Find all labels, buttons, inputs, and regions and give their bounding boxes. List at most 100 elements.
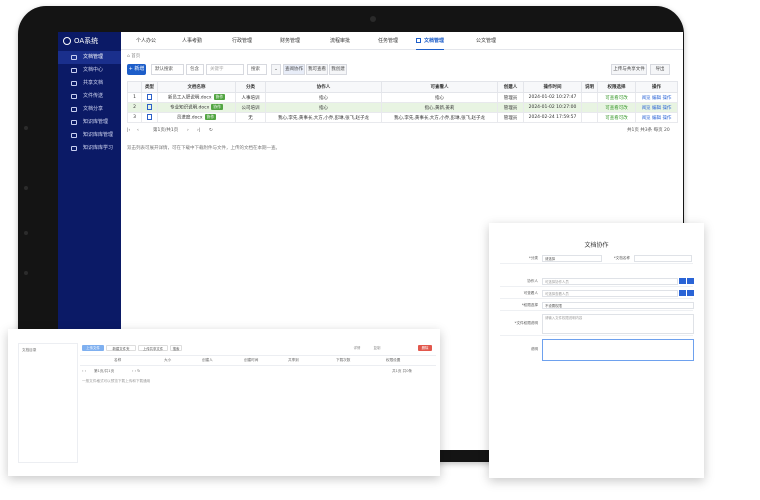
sidebar-item-doc-share[interactable]: 文档分享 bbox=[58, 103, 121, 116]
col-header-creator[interactable]: 创建人 bbox=[497, 81, 524, 93]
table-row[interactable]: 3 员进度.docx 协作 无 我心,李先,黄事长,大方,小乔,彭琳,张飞,赵子龙… bbox=[127, 112, 678, 123]
creator-cell: 管理员 bbox=[497, 92, 524, 103]
file-pager-next-icon[interactable]: › › ↻ bbox=[132, 369, 140, 373]
nav-tab-official[interactable]: 公文管理 bbox=[476, 32, 496, 50]
view-edit-link[interactable]: 阅览 编辑 bbox=[642, 96, 661, 101]
col-header-time[interactable]: 操作时间 bbox=[523, 81, 582, 93]
sidebar-item-doc-management[interactable]: 文档管理 bbox=[58, 51, 121, 64]
doc-name[interactable]: 专业知识说明.docx bbox=[170, 106, 209, 111]
col-header-desc[interactable]: 说明 bbox=[581, 81, 598, 93]
doc-name-input[interactable] bbox=[634, 255, 692, 262]
upload-share-button[interactable]: 上传与共享文件 bbox=[611, 64, 647, 75]
collab-input[interactable]: 可选择协作人员 bbox=[542, 278, 678, 285]
match-select[interactable]: 包含 bbox=[186, 64, 204, 75]
col-header-downloads[interactable]: 下载次数 bbox=[336, 358, 350, 363]
more-op-link[interactable]: 操作 bbox=[662, 116, 671, 121]
doc-name[interactable]: 员进度.docx bbox=[177, 116, 203, 121]
prev-page-icon[interactable]: ‹ bbox=[137, 126, 139, 135]
file-pager-prev-icon[interactable]: ‹ ‹ bbox=[82, 369, 86, 373]
knowledge-icon bbox=[71, 120, 77, 125]
nav-tab-personal[interactable]: 个人办公 bbox=[136, 32, 156, 50]
sidebar-item-transfer[interactable]: 文件传送 bbox=[58, 90, 121, 103]
desc-cell bbox=[581, 102, 598, 113]
table-row[interactable]: 1 新员工入职说明.docx 协作 人事培训 指心 指心 管理员 2024-01-… bbox=[127, 92, 678, 103]
search-mode-select[interactable]: 默认搜索 bbox=[151, 64, 184, 75]
col-header-op[interactable]: 操作 bbox=[635, 81, 678, 93]
side-button bbox=[24, 231, 28, 235]
col-header-collab[interactable]: 协作人 bbox=[265, 81, 382, 93]
sidebar-item-shared[interactable]: 共享文档 bbox=[58, 77, 121, 90]
search-button-small[interactable]: 搜索 bbox=[170, 345, 182, 351]
tab-collab[interactable]: 查阅协作 bbox=[283, 64, 305, 75]
doc-name-cell[interactable]: 专业知识说明.docx 协作 bbox=[157, 102, 236, 113]
new-button[interactable]: + 新增 bbox=[127, 64, 146, 75]
collab-badge: 协作 bbox=[213, 94, 226, 101]
dropdown-toggle[interactable]: ⌄ bbox=[271, 64, 281, 75]
refresh-icon[interactable]: ↻ bbox=[209, 126, 213, 135]
nav-tab-admin[interactable]: 行政管理 bbox=[232, 32, 252, 50]
col-header-type[interactable]: 类型 bbox=[141, 81, 158, 93]
nav-tab-finance[interactable]: 财务管理 bbox=[280, 32, 300, 50]
upload-file-button[interactable]: 上传文件 bbox=[82, 345, 104, 351]
sidebar-item-doc-center[interactable]: 文档中心 bbox=[58, 64, 121, 77]
nav-tab-workflow[interactable]: 流程审批 bbox=[330, 32, 350, 50]
add-viewer-icon[interactable] bbox=[679, 290, 686, 296]
perm-cell: 可查看可改 bbox=[597, 112, 636, 123]
sidebar-label: 文档管理 bbox=[83, 54, 104, 60]
col-header-name[interactable]: 文档名称 bbox=[157, 81, 236, 93]
product-mockup: OA系统 个人办公 人事考勤 行政管理 财务管理 流程审批 任务管理 文档管理 … bbox=[0, 0, 760, 500]
table-header: 类型 文档名称 分类 协作人 可查看人 创建人 操作时间 说明 权限选择 操作 bbox=[127, 81, 678, 93]
table-row[interactable]: 2 专业知识说明.docx 协作 公司培训 指心 指心,黄新,姜莉 管理员 202… bbox=[127, 102, 678, 113]
clear-viewer-icon[interactable] bbox=[687, 290, 694, 296]
col-header-select[interactable] bbox=[127, 81, 142, 93]
col-header-viewer[interactable]: 可查看人 bbox=[381, 81, 498, 93]
export-button[interactable]: 导出 bbox=[650, 64, 670, 75]
col-header-shared[interactable]: 共享到 bbox=[288, 358, 299, 363]
field-label: *文档名称 bbox=[613, 256, 630, 260]
sidebar-label: 文件传送 bbox=[83, 93, 104, 99]
tab-viewable[interactable]: 我可查看 bbox=[306, 64, 328, 75]
app-logo[interactable]: OA系统 bbox=[58, 32, 121, 50]
perm-select[interactable]: 不设置权限 bbox=[542, 302, 694, 309]
nav-tab-hr[interactable]: 人事考勤 bbox=[182, 32, 202, 50]
first-page-icon[interactable]: |‹ bbox=[127, 126, 130, 135]
tab-created[interactable]: 我创建 bbox=[329, 64, 347, 75]
col-header-file-name[interactable]: 名称 bbox=[114, 358, 121, 363]
view-edit-link[interactable]: 阅览 编辑 bbox=[642, 116, 661, 121]
clear-collab-icon[interactable] bbox=[687, 278, 694, 284]
delete-button[interactable]: 删除 bbox=[418, 345, 432, 351]
col-header-perm[interactable]: 权限设置 bbox=[386, 358, 400, 363]
nav-tab-documents[interactable]: 文档管理 bbox=[416, 32, 445, 50]
upload-share-button-small[interactable]: 上传共享文件 bbox=[138, 345, 168, 351]
copy-button[interactable]: 复制 bbox=[370, 345, 384, 351]
breadcrumb[interactable]: ⌂ 首页 bbox=[127, 53, 140, 59]
nav-tab-task[interactable]: 任务管理 bbox=[378, 32, 398, 50]
doc-name-cell[interactable]: 员进度.docx 协作 bbox=[157, 112, 236, 123]
doc-name-cell[interactable]: 新员工入职说明.docx 协作 bbox=[157, 92, 236, 103]
sidebar-item-kb-manage[interactable]: 知识库管理 bbox=[58, 116, 121, 129]
doc-name[interactable]: 新员工入职说明.docx bbox=[168, 96, 212, 101]
keyword-input[interactable]: 关键字 bbox=[206, 64, 244, 75]
viewer-input[interactable]: 可选择查看人员 bbox=[542, 290, 678, 297]
col-header-size[interactable]: 大小 bbox=[164, 358, 171, 363]
sidebar-item-kb-library[interactable]: 知识库库管理 bbox=[58, 129, 121, 142]
col-header-category[interactable]: 分类 bbox=[235, 81, 266, 93]
last-page-icon[interactable]: ›| bbox=[197, 126, 200, 135]
search-button[interactable]: 搜索 bbox=[247, 64, 267, 75]
next-page-icon[interactable]: › bbox=[187, 126, 189, 135]
add-collab-icon[interactable] bbox=[679, 278, 686, 284]
sidebar-item-kb-learn[interactable]: 知识库库学习 bbox=[58, 142, 121, 155]
new-folder-button[interactable]: 新建文件夹 bbox=[106, 345, 136, 351]
col-header-perm[interactable]: 权限选择 bbox=[597, 81, 636, 93]
category-select[interactable]: 请选择 bbox=[542, 255, 602, 262]
view-edit-link[interactable]: 阅览 编辑 bbox=[642, 106, 661, 111]
detail-button[interactable]: 详情 bbox=[350, 345, 364, 351]
creator-cell: 管理员 bbox=[497, 112, 524, 123]
col-header-created[interactable]: 创建时间 bbox=[244, 358, 258, 363]
desc-textarea[interactable] bbox=[542, 339, 694, 361]
more-op-link[interactable]: 操作 bbox=[662, 106, 671, 111]
row-number: 2 bbox=[127, 102, 142, 113]
more-op-link[interactable]: 操作 bbox=[662, 96, 671, 101]
col-header-owner[interactable]: 创建人 bbox=[202, 358, 213, 363]
perm-desc-textarea[interactable]: 请输入文件权限说明内容 bbox=[542, 314, 694, 334]
